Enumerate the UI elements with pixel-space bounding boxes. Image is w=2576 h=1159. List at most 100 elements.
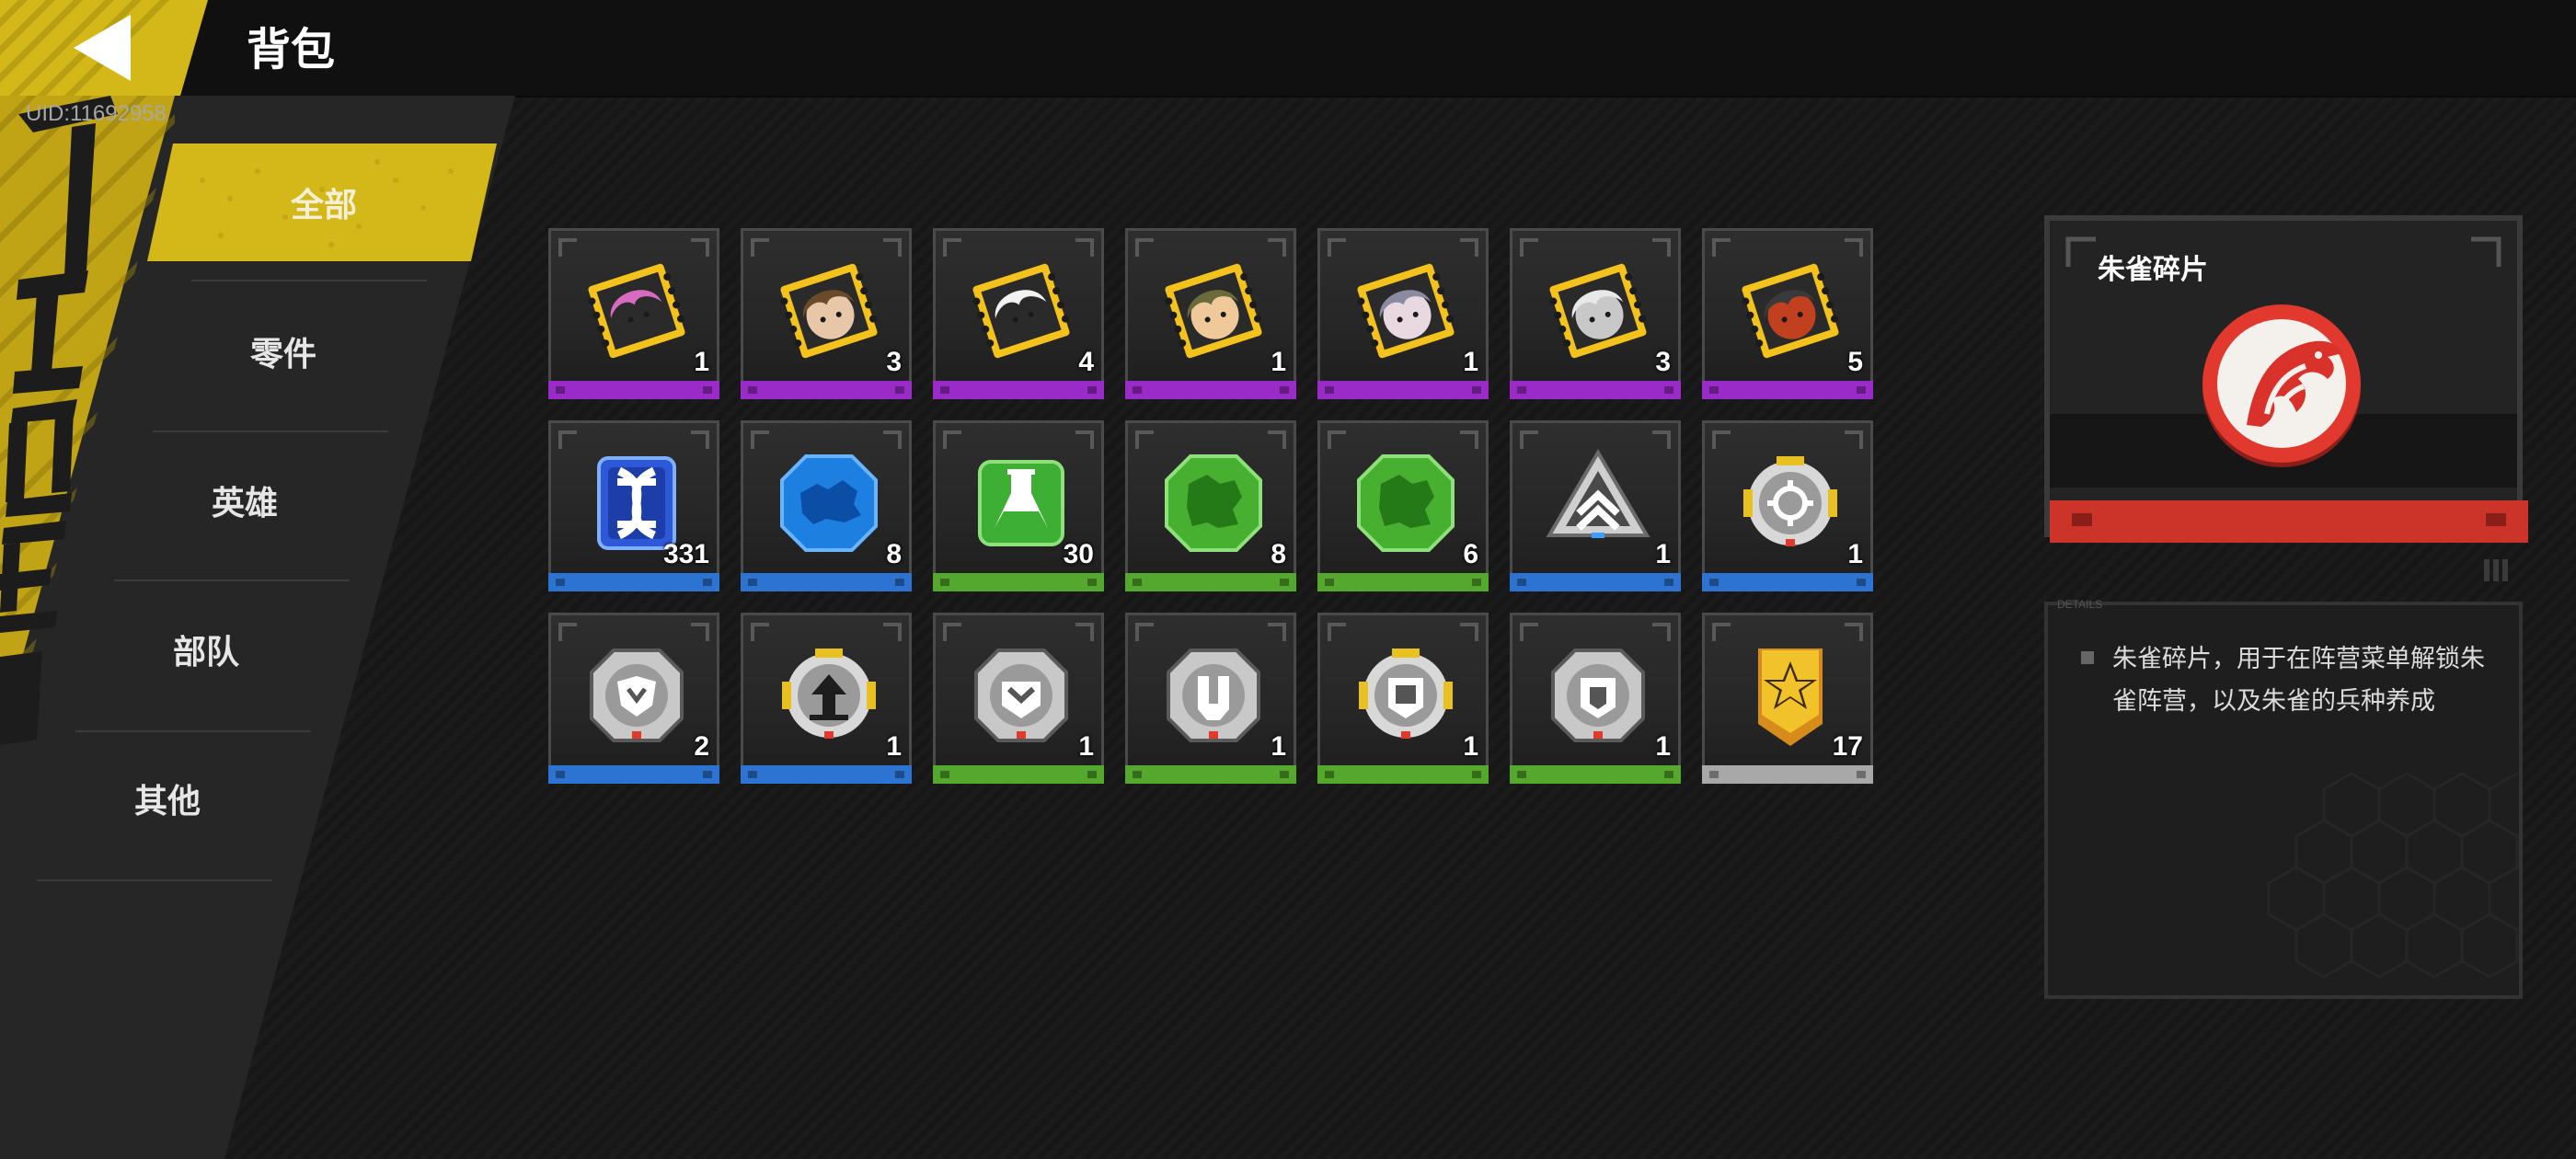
tab-divider bbox=[153, 430, 388, 432]
slot-corner bbox=[751, 623, 769, 641]
inventory-slot[interactable]: 1 bbox=[741, 613, 912, 784]
rarity-marker bbox=[2486, 513, 2506, 526]
tab-others[interactable]: 其他 bbox=[29, 752, 305, 844]
tab-heroes[interactable]: 英雄 bbox=[107, 454, 383, 546]
inventory-slot[interactable]: 8 bbox=[741, 420, 912, 591]
back-arrow-icon bbox=[0, 0, 208, 96]
tab-parts[interactable]: 零件 bbox=[145, 305, 421, 397]
slot-corner bbox=[1520, 238, 1538, 257]
inventory-slot[interactable]: 5 bbox=[1702, 228, 1873, 399]
rarity-bar bbox=[933, 573, 1104, 591]
inventory-slot[interactable]: 2 bbox=[548, 613, 719, 784]
hero-ticket-white-hair-icon bbox=[1538, 251, 1658, 371]
slot-corner bbox=[943, 238, 961, 257]
item-count: 4 bbox=[1078, 347, 1094, 377]
inventory-slot[interactable]: 6 bbox=[1317, 420, 1489, 591]
uid-label: UID:11692958 bbox=[26, 101, 167, 126]
rarity-bar bbox=[1702, 381, 1873, 399]
slot-corner bbox=[1520, 623, 1538, 641]
tab-divider bbox=[191, 280, 427, 281]
inventory-slot[interactable]: 331 bbox=[548, 420, 719, 591]
hero-ticket-brown-hair-icon bbox=[769, 251, 889, 371]
item-count: 6 bbox=[1463, 539, 1478, 569]
slot-corner bbox=[943, 623, 961, 641]
slot-corner bbox=[1712, 238, 1731, 257]
rarity-bar bbox=[1702, 765, 1873, 784]
item-count: 8 bbox=[1271, 539, 1286, 569]
item-count: 3 bbox=[886, 347, 902, 377]
rarity-bar bbox=[933, 765, 1104, 784]
rarity-bar bbox=[1510, 573, 1681, 591]
top-bar: 背包 bbox=[0, 0, 2576, 98]
inventory-slot[interactable]: 4 bbox=[933, 228, 1104, 399]
rarity-bar bbox=[548, 381, 719, 399]
inventory-slot[interactable]: 1 bbox=[548, 228, 719, 399]
upgrade-module-icon bbox=[769, 636, 889, 755]
rarity-bar bbox=[1125, 381, 1296, 399]
rarity-bar bbox=[933, 381, 1104, 399]
page-title: 背包 bbox=[247, 24, 336, 75]
item-count: 331 bbox=[662, 539, 709, 569]
item-count: 1 bbox=[1078, 731, 1094, 762]
item-detail-panel: 朱雀碎片 DETAILS 朱雀碎片，用于在阵营菜单解锁朱雀阵营，以及朱雀的兵种养… bbox=[2044, 215, 2528, 999]
inventory-slot[interactable]: 1 bbox=[1510, 420, 1681, 591]
blue-map-badge-icon bbox=[769, 443, 889, 563]
rarity-bar bbox=[1702, 573, 1873, 591]
slot-corner bbox=[1328, 238, 1346, 257]
inventory-slot[interactable]: 8 bbox=[1125, 420, 1296, 591]
item-count: 8 bbox=[886, 539, 902, 569]
inventory-slot[interactable]: 1 bbox=[933, 613, 1104, 784]
inventory-slot[interactable]: 17 bbox=[1702, 613, 1873, 784]
hero-ticket-pink-hair-icon bbox=[577, 251, 696, 371]
inventory-slot[interactable]: 1 bbox=[1510, 613, 1681, 784]
bullet-icon bbox=[2081, 651, 2094, 664]
tab-all[interactable]: 全部 bbox=[186, 156, 462, 248]
tab-troops[interactable]: 部队 bbox=[68, 603, 344, 695]
rarity-bar bbox=[548, 573, 719, 591]
item-count: 1 bbox=[1271, 347, 1286, 377]
slot-corner bbox=[751, 430, 769, 449]
inventory-slot[interactable]: 1 bbox=[1702, 420, 1873, 591]
slot-corner bbox=[558, 430, 577, 449]
claw-module-icon bbox=[1154, 636, 1273, 755]
inventory-grid: 1 3 4 1 1 3 5 331 8 30 8 6 1 1 2 1 1 1 1… bbox=[548, 228, 1880, 789]
item-count: 2 bbox=[694, 731, 709, 762]
rarity-bar bbox=[1317, 573, 1489, 591]
item-count: 1 bbox=[1655, 731, 1671, 762]
hero-ticket-white-mask-icon bbox=[961, 251, 1081, 371]
inventory-slot[interactable]: 3 bbox=[741, 228, 912, 399]
inventory-slot[interactable]: 1 bbox=[1317, 613, 1489, 784]
item-count: 30 bbox=[1063, 539, 1094, 569]
rarity-marker bbox=[2072, 513, 2092, 526]
hero-ticket-goggles-icon bbox=[1154, 251, 1273, 371]
item-detail-card: 朱雀碎片 bbox=[2044, 215, 2528, 543]
rarity-bar bbox=[1317, 765, 1489, 784]
hero-ticket-grey-hair-icon bbox=[1346, 251, 1466, 371]
back-button[interactable] bbox=[0, 0, 208, 96]
item-count: 3 bbox=[1655, 347, 1671, 377]
shield-module-icon bbox=[577, 636, 696, 755]
tab-divider bbox=[114, 580, 350, 581]
rarity-bar bbox=[741, 765, 912, 784]
rarity-bar bbox=[1125, 765, 1296, 784]
item-count: 1 bbox=[1271, 731, 1286, 762]
slot-corner bbox=[1328, 623, 1346, 641]
inventory-slot[interactable]: 1 bbox=[1317, 228, 1489, 399]
slot-corner bbox=[1328, 430, 1346, 449]
item-count: 1 bbox=[694, 347, 709, 377]
slot-corner bbox=[1135, 430, 1154, 449]
hero-ticket-armored-icon bbox=[1731, 251, 1850, 371]
inventory-slot[interactable]: 30 bbox=[933, 420, 1104, 591]
inventory-slot[interactable]: 3 bbox=[1510, 228, 1681, 399]
phoenix-emblem-icon bbox=[2202, 304, 2361, 467]
tab-divider bbox=[75, 730, 311, 732]
rarity-bar bbox=[741, 381, 912, 399]
slot-corner bbox=[1135, 238, 1154, 257]
sidebar: 全部 零件 英雄 部队 其他 bbox=[0, 96, 515, 1159]
item-count: 1 bbox=[1655, 539, 1671, 569]
inventory-slot[interactable]: 1 bbox=[1125, 613, 1296, 784]
item-description: 朱雀碎片，用于在阵营菜单解锁朱雀阵营，以及朱雀的兵种养成 bbox=[2112, 645, 2485, 716]
item-count: 5 bbox=[1847, 347, 1863, 377]
gear-module-icon bbox=[1731, 443, 1850, 563]
inventory-slot[interactable]: 1 bbox=[1125, 228, 1296, 399]
